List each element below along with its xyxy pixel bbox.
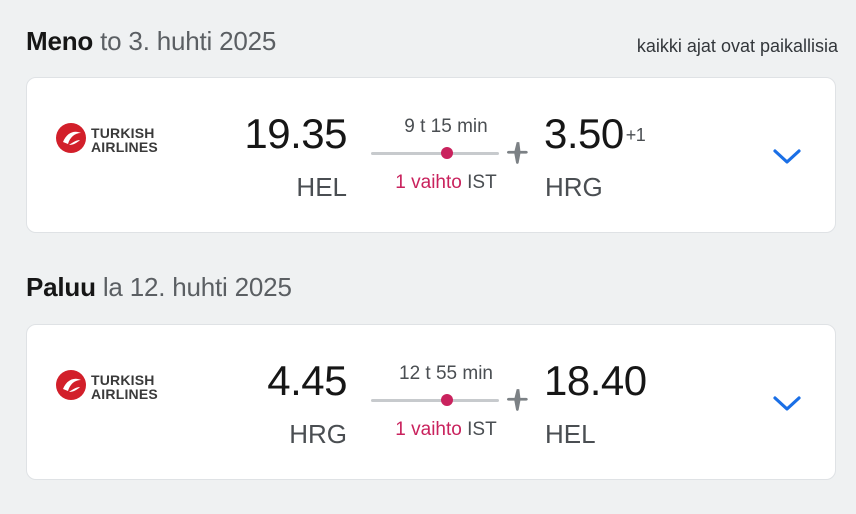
chevron-down-icon[interactable] (771, 142, 803, 170)
route-line (371, 399, 499, 402)
stop-dot (441, 394, 453, 406)
airplane-icon (506, 142, 528, 164)
arrival-airport: HEL (545, 419, 596, 449)
stopover-airport: IST (467, 419, 497, 440)
flight-duration: 12 t 55 min (399, 363, 493, 384)
return-date: la 12. huhti 2025 (102, 272, 292, 302)
turkish-airlines-logo-icon: TURKISH AIRLINES (55, 369, 175, 409)
flight-duration: 9 t 15 min (404, 116, 488, 137)
arrival-time-wrap: 18.40 (544, 357, 649, 405)
outbound-label: Meno (26, 26, 94, 56)
departure-time: 4.45 (267, 357, 347, 404)
airline-name: TURKISH AIRLINES (91, 125, 158, 155)
stop-dot (441, 147, 453, 159)
timezone-note: kaikki ajat ovat paikallisia (636, 36, 838, 56)
return-label: Paluu (26, 272, 96, 302)
outbound-header: Meno to 3. huhti 2025 (26, 26, 276, 57)
day-offset: +1 (625, 125, 646, 145)
airline-name: TURKISH AIRLINES (91, 372, 158, 402)
stops-count: 1 vaihto (395, 172, 462, 193)
departure-airport: HRG (289, 419, 347, 449)
turkish-airlines-logo-icon: TURKISH AIRLINES (55, 122, 175, 162)
arrival-time: 3.50 (544, 110, 624, 157)
outbound-date: to 3. huhti 2025 (100, 26, 277, 56)
departure-time: 19.35 (244, 110, 347, 157)
arrival-time-wrap: 3.50 +1 (544, 110, 646, 158)
airplane-icon (506, 389, 528, 411)
chevron-down-icon[interactable] (771, 389, 803, 417)
return-flight-card[interactable]: TURKISH AIRLINES 4.45 HRG 12 t 55 min 1 … (26, 324, 836, 480)
stopover-airport: IST (467, 172, 497, 193)
return-header: Paluu la 12. huhti 2025 (26, 272, 292, 303)
stops-info: 1 vaihto IST (371, 172, 521, 194)
departure-airport: HEL (296, 172, 347, 202)
stops-info: 1 vaihto IST (371, 419, 521, 441)
route-line (371, 152, 499, 155)
arrival-airport: HRG (545, 172, 603, 202)
stops-count: 1 vaihto (395, 419, 462, 440)
outbound-flight-card[interactable]: TURKISH AIRLINES 19.35 HEL 9 t 15 min 1 … (26, 77, 836, 233)
arrival-time: 18.40 (544, 357, 647, 404)
